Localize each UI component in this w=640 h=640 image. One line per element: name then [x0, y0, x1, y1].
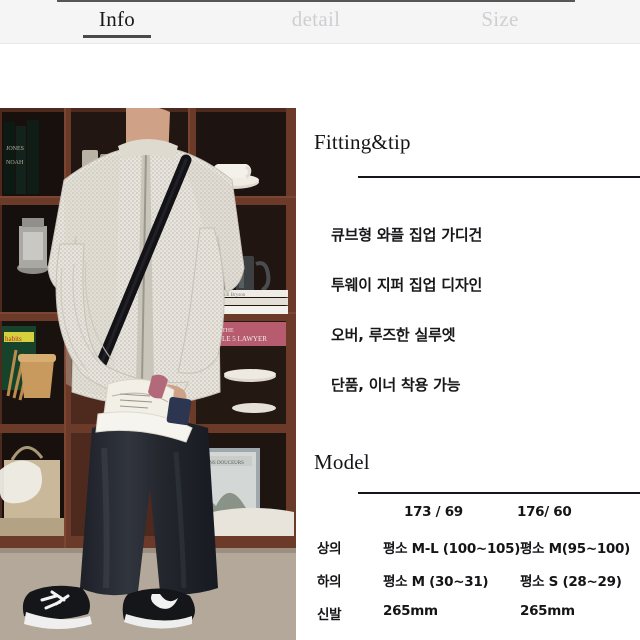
fitting-bullet-2: 투웨이 지퍼 집업 디자인: [331, 276, 483, 294]
svg-text:JONES: JONES: [6, 146, 24, 152]
model-col2-header: 176/ 60: [517, 504, 572, 520]
tab-detail-label: detail: [291, 7, 341, 31]
model-row2-label: 하의: [317, 574, 342, 590]
tab-detail[interactable]: detail: [268, 6, 364, 32]
svg-text:Bill Bryson: Bill Bryson: [222, 293, 246, 298]
fitting-heading: Fitting&tip: [314, 130, 411, 154]
tab-info-label: Info: [98, 7, 136, 31]
tab-active-indicator: [83, 35, 151, 38]
product-photo-illustration: JONES NOAH habits Bill Bryson THE LE 5 L…: [0, 108, 296, 640]
model-table-header-row: 173 / 69 176/ 60: [296, 504, 640, 537]
model-row1-col2: 평소 M(95~100): [520, 541, 630, 557]
fitting-bullet-3: 오버, 루즈한 실루엣: [331, 326, 456, 344]
svg-text:NOAH: NOAH: [6, 160, 24, 166]
product-photo[interactable]: JONES NOAH habits Bill Bryson THE LE 5 L…: [0, 108, 296, 640]
tab-bar-bottom-border: [0, 43, 640, 44]
table-row: 신발 265mm 265mm: [296, 603, 640, 636]
tab-size[interactable]: Size: [452, 6, 548, 32]
model-table: 173 / 69 176/ 60 상의 평소 M-L (100~105) 평소 …: [296, 504, 640, 636]
fitting-bullet-1: 큐브형 와플 집업 가디건: [331, 226, 483, 244]
tab-info[interactable]: Info: [78, 6, 156, 38]
model-heading: Model: [314, 450, 370, 474]
table-row: 하의 평소 M (30~31) 평소 S (28~29): [296, 570, 640, 603]
model-row2-col2: 평소 S (28~29): [520, 574, 622, 590]
tab-bar: Info detail Size: [0, 0, 640, 44]
model-col1-header: 173 / 69: [404, 504, 463, 520]
fitting-divider: [358, 176, 640, 178]
info-panel: Fitting&tip 큐브형 와플 집업 가디건 투웨이 지퍼 집업 디자인 …: [296, 108, 640, 640]
tab-bar-top-border: [57, 0, 575, 2]
fitting-bullet-4: 단품, 이너 착용 가능: [331, 376, 461, 394]
model-row2-col1: 평소 M (30~31): [383, 574, 489, 590]
model-row3-col2: 265mm: [520, 603, 575, 619]
svg-text:habits: habits: [5, 335, 22, 343]
table-row: 상의 평소 M-L (100~105) 평소 M(95~100): [296, 537, 640, 570]
svg-text:THE: THE: [222, 328, 234, 334]
model-divider: [358, 492, 640, 494]
tab-size-label: Size: [481, 7, 519, 31]
model-row1-label: 상의: [317, 541, 342, 557]
svg-text:LE 5 LAWYER: LE 5 LAWYER: [222, 335, 267, 343]
model-row1-col1: 평소 M-L (100~105): [383, 541, 521, 557]
model-row3-label: 신발: [317, 607, 342, 623]
model-row3-col1: 265mm: [383, 603, 438, 619]
